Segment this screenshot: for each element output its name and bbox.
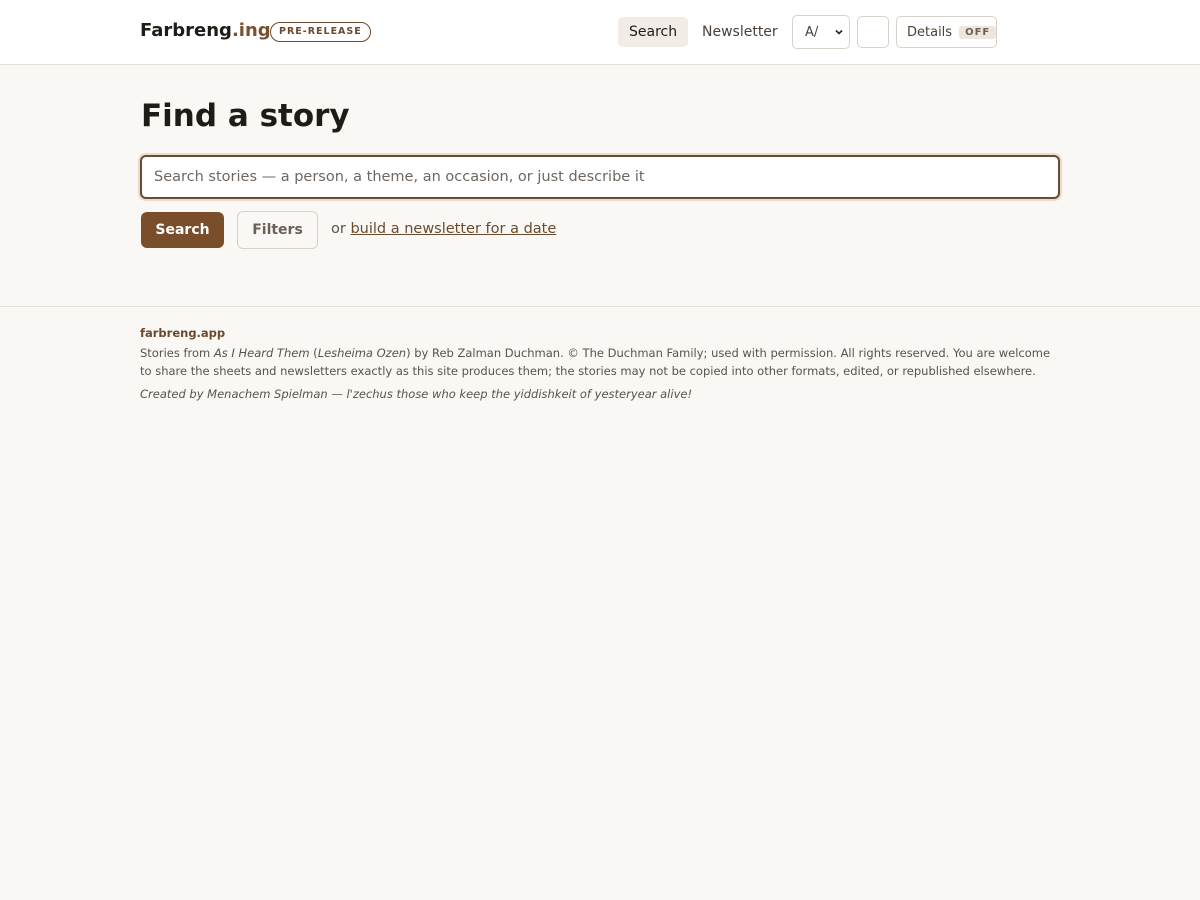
text-size-value: A/ <box>805 24 819 40</box>
footer-credit: Created by Menachem Spielman — l'zechus … <box>140 387 693 401</box>
details-label: Details <box>907 24 953 40</box>
brand-name: Farbreng <box>140 20 232 41</box>
brand-suffix: .ing <box>231 20 271 41</box>
story-search-input[interactable] <box>140 155 1060 199</box>
chevron-down-icon <box>835 29 843 35</box>
footer-text-prefix: Stories from <box>140 346 214 360</box>
footer-copyright: Stories from As I Heard Them (Lesheima O… <box>140 344 1060 380</box>
nav-newsletter-link[interactable]: Newsletter <box>702 17 778 47</box>
build-newsletter-link[interactable]: build a newsletter for a date <box>350 221 556 237</box>
top-bar: Farbreng .ing PRE-RELEASE Search Newslett… <box>0 0 1200 65</box>
footer: farbreng.app Stories from As I Heard The… <box>0 306 1200 401</box>
footer-paren: ( <box>309 346 318 360</box>
filters-button[interactable]: Filters <box>237 211 318 249</box>
page-title: Find a story <box>141 98 350 134</box>
main-content: Find a story Search Filters or build a n… <box>0 65 1200 306</box>
pre-release-badge: PRE-RELEASE <box>270 22 371 42</box>
footer-site-name: farbreng.app <box>140 326 226 340</box>
footer-book-title: As I Heard Them <box>213 346 310 360</box>
details-state-badge: OFF <box>959 25 997 39</box>
details-toggle-button[interactable]: Details OFF <box>896 16 997 48</box>
or-text: or <box>331 221 346 237</box>
theme-toggle-button[interactable] <box>857 16 889 48</box>
nav-search-link[interactable]: Search <box>618 17 689 47</box>
footer-book-alt-title: Lesheima Ozen <box>317 346 407 360</box>
text-size-select[interactable]: A/ <box>792 15 850 49</box>
search-button[interactable]: Search <box>141 212 224 248</box>
brand-logo[interactable]: Farbreng .ing <box>140 20 271 41</box>
newsletter-prompt: or build a newsletter for a date <box>331 221 556 237</box>
